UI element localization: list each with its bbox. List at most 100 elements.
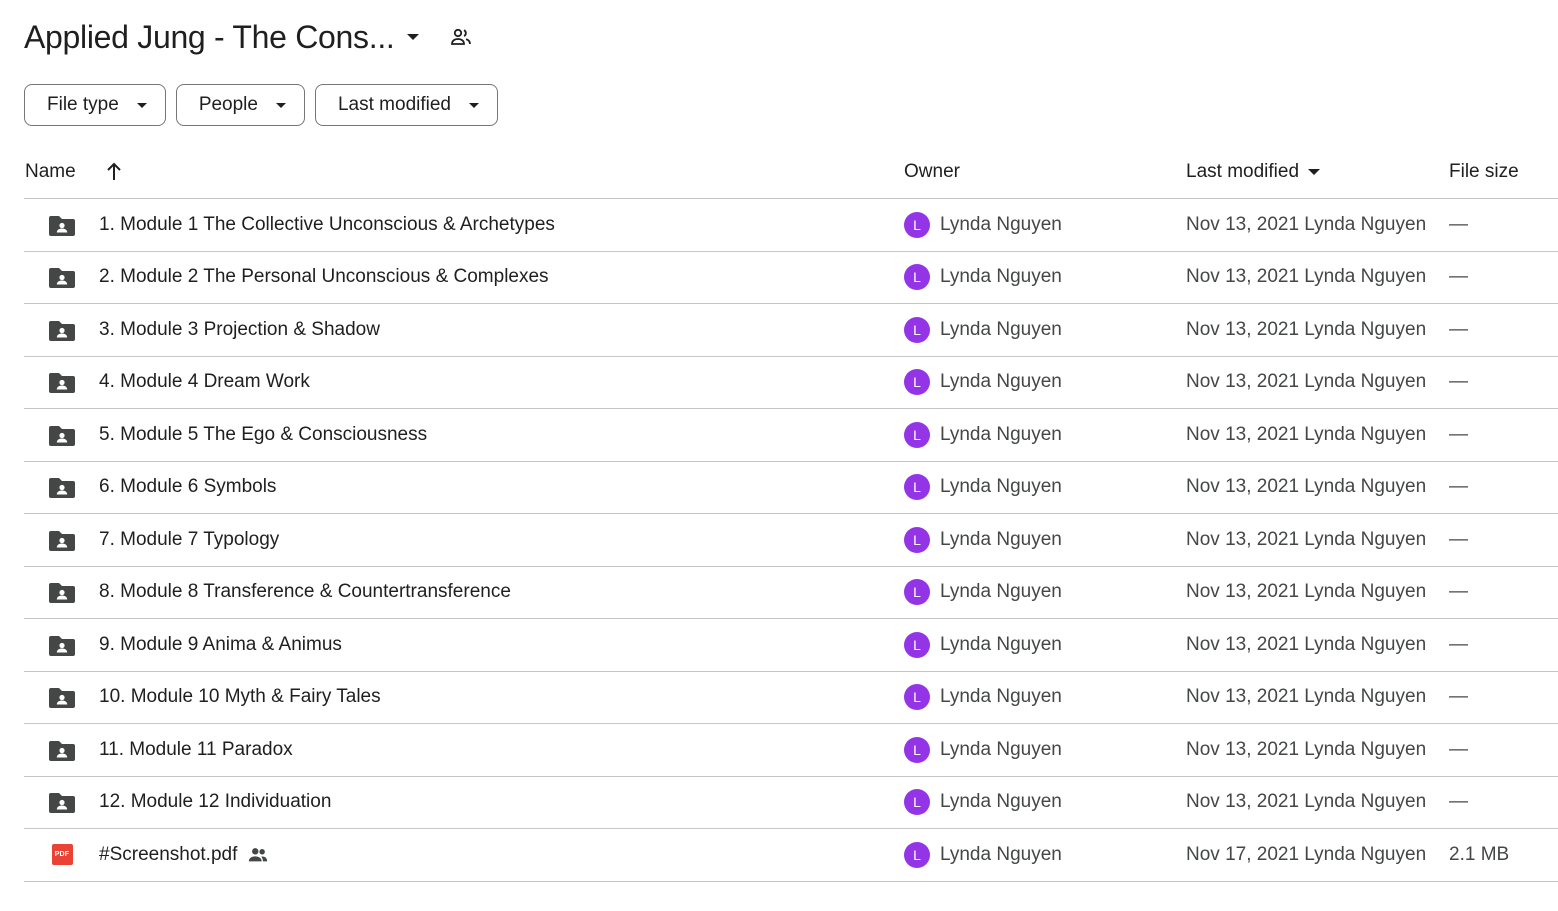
row-icon-cell — [48, 567, 76, 619]
row-owner-cell: L Lynda Nguyen — [904, 357, 1062, 409]
row-size-cell: — — [1449, 409, 1468, 461]
file-row[interactable]: PDF #Screenshot.pdf L Lynda Nguyen Nov 1… — [24, 829, 1558, 882]
shared-folder-icon — [49, 581, 75, 604]
pdf-icon: PDF — [51, 844, 73, 866]
owner-avatar: L — [904, 684, 930, 711]
shared-folder-icon — [49, 529, 75, 551]
row-name-cell: 3. Module 3 Projection & Shadow — [99, 304, 380, 356]
row-size-cell: 2.1 MB — [1449, 829, 1509, 881]
folder-row[interactable]: 10. Module 10 Myth & Fairy Tales L Lynda… — [24, 672, 1558, 724]
caret-down-icon — [1308, 169, 1321, 175]
folder-row[interactable]: 8. Module 8 Transference & Countertransf… — [24, 567, 1558, 619]
folder-row[interactable]: 3. Module 3 Projection & Shadow L Lynda … — [24, 304, 1558, 357]
caret-down-icon — [469, 102, 479, 108]
owner-avatar: L — [904, 841, 930, 868]
row-size-cell: — — [1449, 199, 1468, 251]
row-owner-cell: L Lynda Nguyen — [904, 567, 1062, 619]
last-modified-value: Nov 13, 2021 Lynda Nguyen — [1186, 791, 1427, 813]
shared-folder-icon — [49, 424, 75, 446]
last-modified-value: Nov 13, 2021 Lynda Nguyen — [1186, 528, 1427, 550]
file-name: 5. Module 5 The Ego & Consciousness — [99, 423, 428, 445]
shared-folder-icon — [49, 686, 75, 709]
file-size-value: — — [1449, 738, 1468, 760]
drive-folder-view: Applied Jung - The Cons... File type Peo… — [0, 0, 1558, 911]
folder-row[interactable]: 1. Module 1 The Collective Unconscious &… — [24, 199, 1558, 252]
file-list-header: Name Owner Last modified File size — [24, 146, 1558, 199]
column-header-name[interactable]: Name — [25, 161, 76, 183]
folder-row[interactable]: 11. Module 11 Paradox L Lynda Nguyen Nov… — [24, 724, 1558, 777]
filter-file-type-button[interactable]: File type — [24, 84, 166, 126]
shared-people-icon[interactable] — [449, 25, 473, 49]
filter-people-button[interactable]: People — [175, 84, 305, 126]
file-size-value: — — [1449, 791, 1468, 813]
shared-folder-icon — [49, 371, 75, 394]
file-list-body: 1. Module 1 The Collective Unconscious &… — [24, 199, 1558, 882]
column-header-label: Last modified — [1186, 161, 1300, 182]
row-name-cell: 6. Module 6 Symbols — [99, 462, 276, 514]
row-size-cell: — — [1449, 672, 1468, 724]
folder-row[interactable]: 2. Module 2 The Personal Unconscious & C… — [24, 252, 1558, 304]
owner-name: Lynda Nguyen — [940, 266, 1062, 288]
row-icon-cell — [48, 514, 76, 566]
caret-down-icon — [136, 102, 147, 108]
owner-avatar: L — [904, 474, 930, 501]
folder-row[interactable]: 7. Module 7 Typology L Lynda Nguyen Nov … — [24, 514, 1558, 567]
file-size-value: — — [1449, 266, 1468, 288]
file-name: 4. Module 4 Dream Work — [99, 371, 310, 393]
column-header-owner[interactable]: Owner — [904, 161, 960, 183]
file-name: 9. Module 9 Anima & Animus — [99, 633, 342, 655]
row-size-cell: — — [1449, 777, 1468, 829]
column-header-file-size[interactable]: File size — [1449, 161, 1519, 183]
row-owner-cell: L Lynda Nguyen — [904, 462, 1062, 514]
owner-name: Lynda Nguyen — [940, 791, 1062, 813]
row-icon-cell — [48, 252, 76, 304]
last-modified-value: Nov 13, 2021 Lynda Nguyen — [1186, 266, 1427, 288]
folder-row[interactable]: 5. Module 5 The Ego & Consciousness L Ly… — [24, 409, 1558, 462]
file-name: #Screenshot.pdf — [99, 843, 238, 865]
row-owner-cell: L Lynda Nguyen — [904, 199, 1062, 251]
owner-name: Lynda Nguyen — [940, 476, 1062, 498]
row-owner-cell: L Lynda Nguyen — [904, 619, 1062, 671]
row-name-cell: 11. Module 11 Paradox — [99, 724, 293, 776]
column-header-last-modified[interactable]: Last modified — [1186, 161, 1321, 183]
file-size-value: — — [1449, 371, 1468, 393]
row-modified-cell: Nov 13, 2021 Lynda Nguyen — [1186, 514, 1426, 566]
row-modified-cell: Nov 13, 2021 Lynda Nguyen — [1186, 357, 1426, 409]
filter-label: People — [198, 94, 258, 115]
owner-name: Lynda Nguyen — [940, 633, 1062, 655]
row-owner-cell: L Lynda Nguyen — [904, 777, 1062, 829]
row-owner-cell: L Lynda Nguyen — [904, 672, 1062, 724]
owner-name: Lynda Nguyen — [940, 581, 1062, 603]
last-modified-value: Nov 17, 2021 Lynda Nguyen — [1186, 843, 1427, 865]
filter-last-modified-button[interactable]: Last modified — [314, 84, 498, 126]
row-name-cell: 4. Module 4 Dream Work — [99, 357, 310, 409]
title-bar: Applied Jung - The Cons... — [24, 14, 473, 60]
owner-avatar: L — [904, 526, 930, 553]
last-modified-value: Nov 13, 2021 Lynda Nguyen — [1186, 686, 1427, 708]
folder-row[interactable]: 12. Module 12 Individuation L Lynda Nguy… — [24, 777, 1558, 829]
owner-avatar: L — [904, 316, 930, 343]
file-name: 7. Module 7 Typology — [99, 528, 280, 550]
shared-folder-icon — [49, 214, 75, 236]
file-name: 8. Module 8 Transference & Countertransf… — [99, 581, 511, 603]
folder-row[interactable]: 9. Module 9 Anima & Animus L Lynda Nguye… — [24, 619, 1558, 672]
file-size-value: — — [1449, 686, 1468, 708]
row-name-cell: 9. Module 9 Anima & Animus — [99, 619, 342, 671]
owner-avatar: L — [904, 211, 930, 238]
row-size-cell: — — [1449, 462, 1468, 514]
shared-folder-icon — [49, 319, 75, 341]
shared-people-icon — [247, 844, 269, 866]
sort-ascending-arrow-icon[interactable] — [104, 160, 124, 182]
row-name-cell: 1. Module 1 The Collective Unconscious &… — [99, 199, 555, 251]
caret-down-icon — [406, 34, 419, 40]
owner-name: Lynda Nguyen — [940, 528, 1062, 550]
row-owner-cell: L Lynda Nguyen — [904, 514, 1062, 566]
folder-row[interactable]: 4. Module 4 Dream Work L Lynda Nguyen No… — [24, 357, 1558, 409]
folder-row[interactable]: 6. Module 6 Symbols L Lynda Nguyen Nov 1… — [24, 462, 1558, 514]
row-name-cell: 12. Module 12 Individuation — [99, 777, 331, 829]
owner-name: Lynda Nguyen — [940, 318, 1062, 340]
file-size-value: — — [1449, 476, 1468, 498]
row-icon-cell — [48, 199, 76, 251]
folder-title-button[interactable]: Applied Jung - The Cons... — [24, 19, 419, 56]
filter-label: File type — [47, 94, 119, 115]
